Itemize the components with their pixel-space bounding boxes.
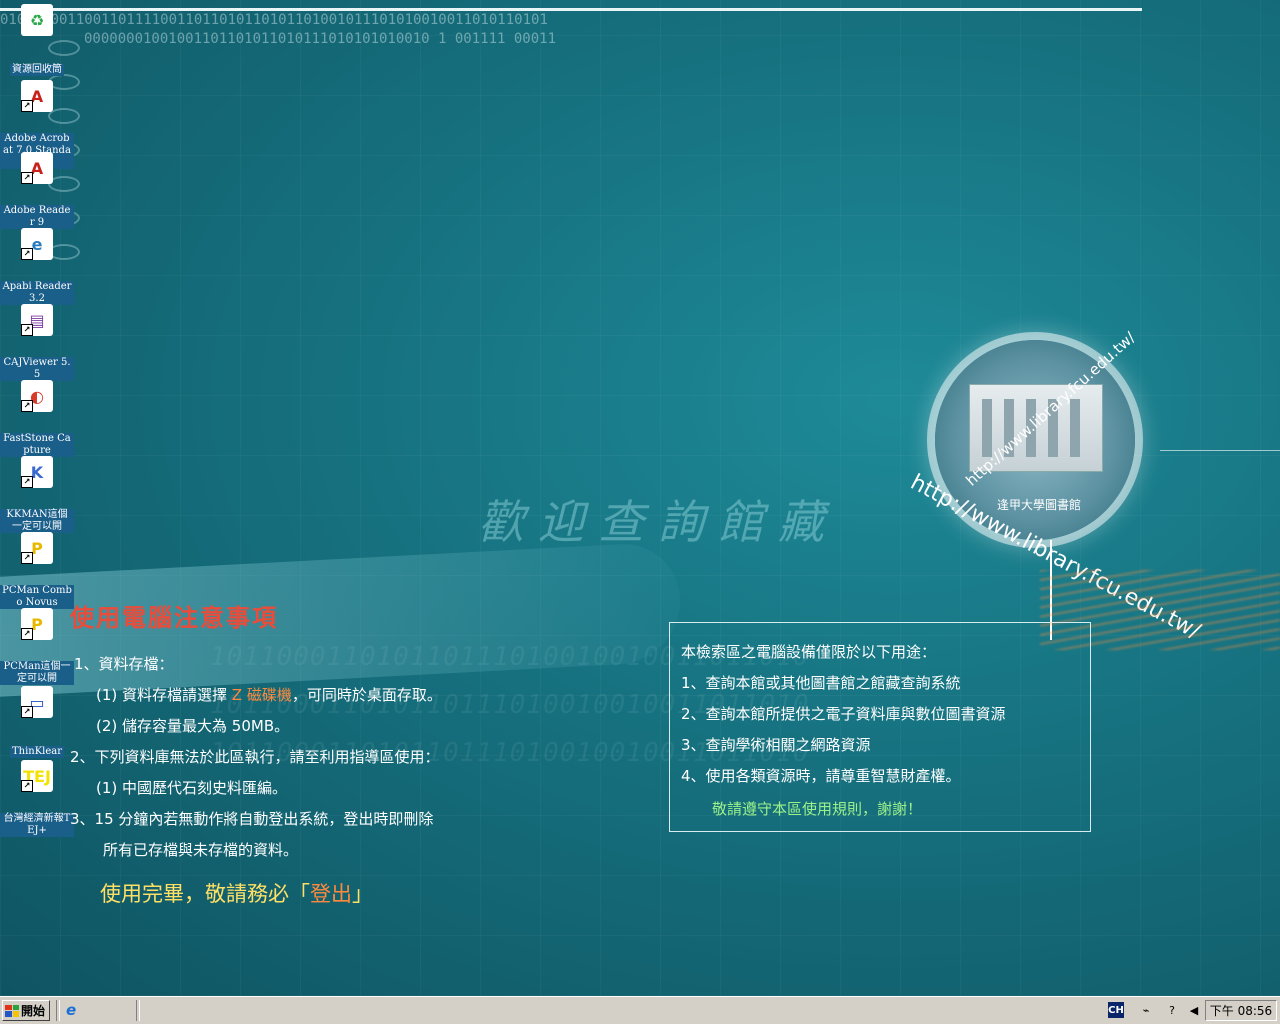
system-clock[interactable]: 下午 08:56: [1205, 1000, 1277, 1021]
adobe-acrobat-icon: A ↗: [21, 80, 53, 112]
desktop-icon-pcman-open[interactable]: P ↗ PCMan這個一定可以開: [0, 608, 74, 685]
desktop-icon-faststone-capture[interactable]: ◐ ↗ FastStone Capture: [0, 380, 74, 457]
desktop: 0100110011001101111001101101011010110100…: [0, 0, 1280, 996]
cajviewer-icon: ▤ ↗: [21, 304, 53, 336]
desktop-icon-recycle-bin[interactable]: ♻ 資源回收筒: [0, 4, 74, 76]
start-label: 開始: [21, 1004, 46, 1018]
desktop-icon-label: CAJViewer 5.5: [0, 357, 74, 381]
desktop-icon-thinklear[interactable]: ▭ ↗ ThinKlear: [0, 686, 74, 758]
taskbar-separator-2: [136, 1000, 140, 1021]
volume-icon[interactable]: ◀: [1186, 1002, 1202, 1018]
pcman-open-icon: P ↗: [21, 608, 53, 640]
internet-explorer-icon[interactable]: e: [66, 1002, 82, 1018]
desktop-icon-pcman-combo[interactable]: P ↗ PCMan Combo Novus: [0, 532, 74, 609]
notice-line-2: (1) 資料存檔請選擇 Z 磁碟機，可同時於桌面存取。: [96, 686, 442, 704]
help-icon[interactable]: ?: [1164, 1002, 1180, 1018]
network-icon[interactable]: ⌁: [1138, 1002, 1154, 1018]
usage-item-4: 4、使用各類資源時，請尊重智慧財產權。: [681, 767, 961, 785]
decor-horizontal-line: [1160, 450, 1280, 451]
kkman-icon: K ↗: [21, 456, 53, 488]
notice-line-5: (1) 中國歷代石刻史料匯編。: [96, 779, 288, 797]
welcome-text: 歡迎查詢館藏: [478, 495, 838, 549]
desktop-icon-label: Adobe Reader 9: [0, 205, 74, 229]
desktop-icon-apabi-reader[interactable]: e ↗ Apabi Reader 3.2: [0, 228, 74, 305]
top-decor-line: [0, 8, 1142, 11]
usage-rules-box: 本檢索區之電腦設備僅限於以下用途： 1、查詢本館或其他圖書館之館藏查詢系統 2、…: [669, 622, 1091, 832]
windows-logo-icon: [5, 1004, 19, 1017]
desktop-icon-adobe-reader[interactable]: A ↗ Adobe Reader 9: [0, 152, 74, 229]
language-indicator[interactable]: CH: [1108, 1002, 1124, 1018]
notice-line-7: 所有已存檔與未存檔的資料。: [103, 841, 299, 859]
usage-intro: 本檢索區之電腦設備僅限於以下用途：: [681, 643, 937, 661]
notice-line-3: (2) 儲存容量最大為 50MB。: [96, 717, 290, 735]
desktop-icon-cajviewer[interactable]: ▤ ↗ CAJViewer 5.5: [0, 304, 74, 381]
binary-decor-1: 0100110011001101111001101101011010110100…: [0, 12, 548, 28]
desktop-icon-label: PCMan Combo Novus: [0, 585, 74, 609]
usage-item-1: 1、查詢本館或其他圖書館之館藏查詢系統: [681, 674, 961, 692]
apabi-reader-icon: e ↗: [21, 228, 53, 260]
pcman-combo-icon: P ↗: [21, 532, 53, 564]
usage-item-3: 3、查詢學術相關之網路資源: [681, 736, 871, 754]
thinklear-icon: ▭ ↗: [21, 686, 53, 718]
start-button[interactable]: 開始: [2, 1000, 50, 1021]
desktop-icon-label: 資源回收筒: [10, 64, 64, 76]
taskbar: 開始 e CH ⌁ ? ◀ 下午 08:56: [0, 996, 1280, 1024]
notice-line-6: 3、15 分鐘內若無動作將自動登出系統，登出時即刪除: [70, 810, 434, 828]
usage-footer: 敬請遵守本區使用規則，謝謝！: [712, 800, 923, 818]
desktop-icon-kkman[interactable]: K ↗ KKMAN這個一定可以開: [0, 456, 74, 533]
binary-decor-2: 0000000100100110110101101011101010101001…: [84, 31, 557, 47]
clock-text: 下午 08:56: [1209, 1004, 1273, 1018]
usage-item-2: 2、查詢本館所提供之電子資料庫與數位圖書資源: [681, 705, 1006, 723]
desktop-icon-label: PCMan這個一定可以開: [0, 661, 74, 685]
faststone-capture-icon: ◐ ↗: [21, 380, 53, 412]
taskbar-separator: [56, 1000, 60, 1021]
notice-line-4: 2、下列資料庫無法於此區執行，請至利用指導區使用：: [70, 748, 440, 766]
desktop-icon-label: ThinKlear: [9, 746, 65, 758]
desktop-icon-label: FastStone Capture: [0, 433, 74, 457]
emblem-caption: 逢甲大學圖書館: [997, 498, 1082, 512]
tej-icon: TEJ ↗: [21, 760, 53, 792]
desktop-icon-label: Apabi Reader 3.2: [0, 281, 74, 305]
desktop-icon-tej[interactable]: TEJ ↗ 台灣經濟新報TEJ+: [0, 760, 74, 837]
desktop-icon-label: 台灣經濟新報TEJ+: [0, 813, 74, 837]
logout-reminder: 使用完畢，敬請務必「登出」: [100, 882, 373, 906]
recycle-bin-icon: ♻: [21, 4, 53, 36]
desktop-icon-label: KKMAN這個一定可以開: [0, 509, 74, 533]
notice-line-1: 1、資料存檔：: [74, 655, 174, 673]
adobe-reader-icon: A ↗: [21, 152, 53, 184]
notice-title: 使用電腦注意事項: [70, 604, 278, 632]
